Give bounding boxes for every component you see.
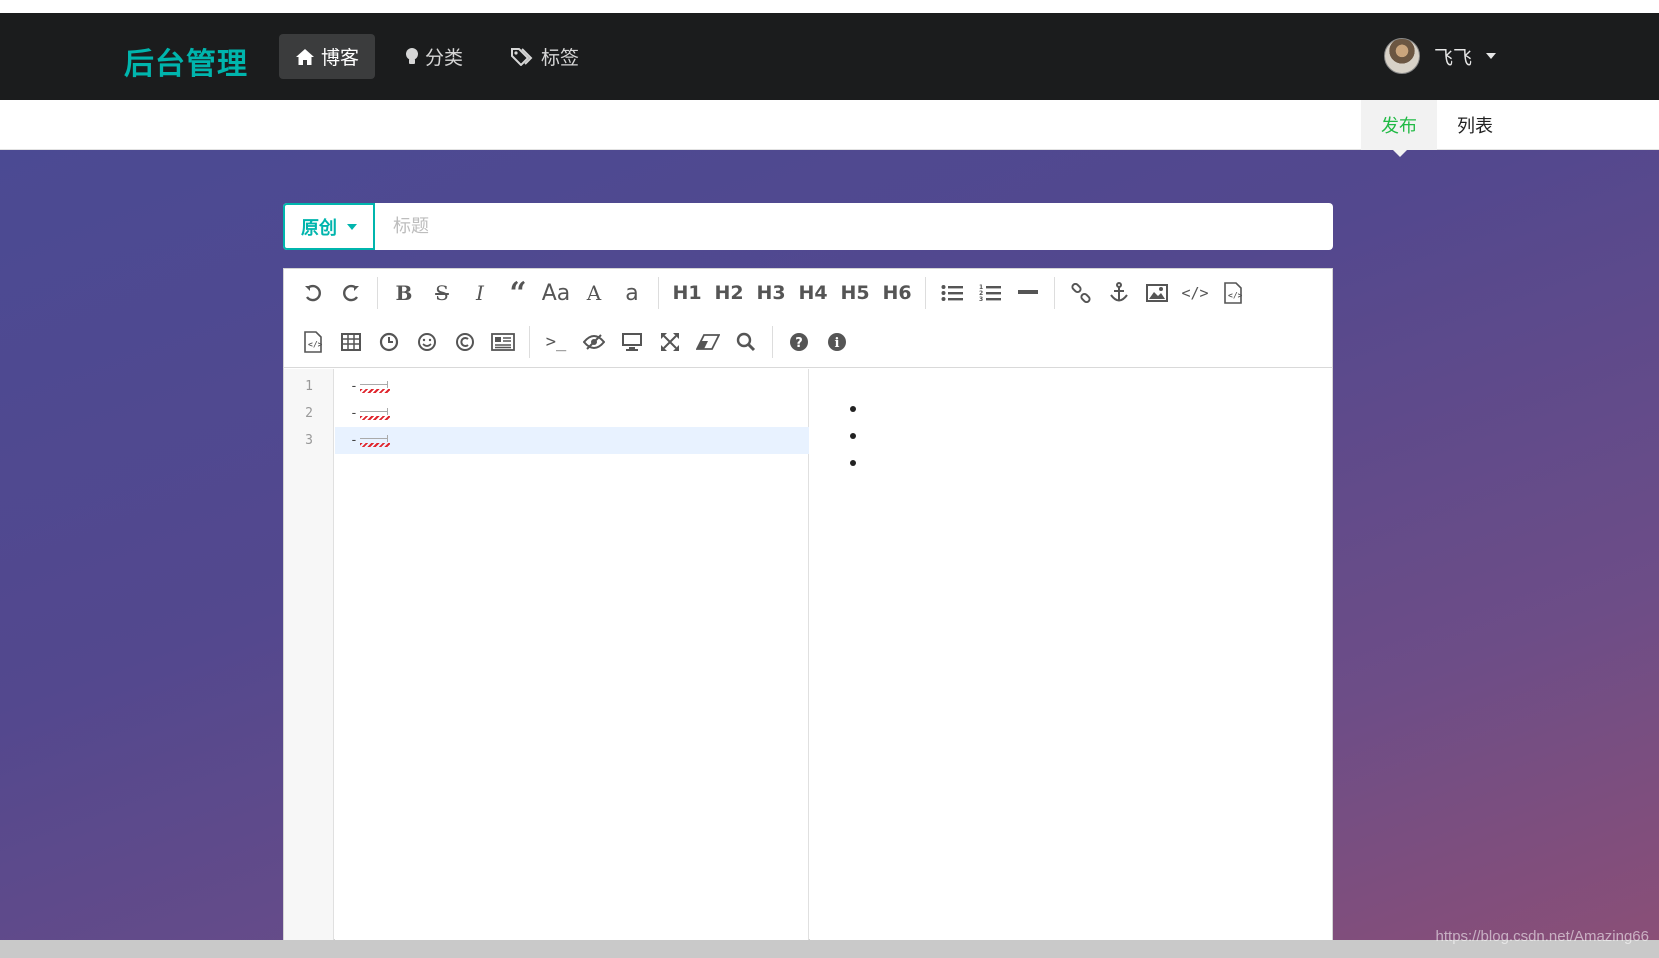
search-icon[interactable]	[727, 324, 765, 360]
unwatch-icon[interactable]	[575, 324, 613, 360]
line-number-gutter: 1 2 3	[284, 369, 334, 940]
strikethrough-icon[interactable]: S	[423, 275, 461, 311]
emoji-icon[interactable]	[408, 324, 446, 360]
brand-logo[interactable]: 后台管理	[124, 39, 248, 83]
h1-button[interactable]: H1	[666, 275, 708, 311]
svg-text:?: ?	[795, 336, 803, 351]
preview-icon[interactable]	[613, 324, 651, 360]
h3-button[interactable]: H3	[750, 275, 792, 311]
line-number: 3	[305, 433, 313, 448]
toolbar-divider	[925, 277, 926, 309]
undo-icon[interactable]	[294, 275, 332, 311]
table-icon[interactable]	[332, 324, 370, 360]
quote-icon[interactable]: “	[499, 275, 537, 311]
image-icon[interactable]	[1138, 275, 1176, 311]
anchor-icon[interactable]	[1100, 275, 1138, 311]
h6-button[interactable]: H6	[876, 275, 918, 311]
active-tab-pointer	[1392, 149, 1408, 157]
h5-button[interactable]: H5	[834, 275, 876, 311]
lowercase-icon[interactable]: a	[613, 275, 651, 311]
code-line[interactable]: -	[335, 400, 809, 427]
pagebreak-icon[interactable]	[484, 324, 522, 360]
preview-pane	[810, 369, 1332, 940]
tab-arrow-icon	[359, 380, 390, 393]
sub-menu: 发布 列表	[0, 100, 1659, 150]
line-number: 1	[305, 379, 313, 394]
uppercase-icon[interactable]: Aa	[537, 275, 575, 311]
help-icon[interactable]: ?	[780, 324, 818, 360]
tab-publish[interactable]: 发布	[1361, 100, 1437, 150]
nav-item-label: 分类	[425, 47, 464, 69]
svg-text:3: 3	[979, 296, 983, 303]
code-line-text: -	[350, 406, 358, 421]
toolbar-divider	[377, 277, 378, 309]
top-margin	[0, 0, 1659, 13]
chevron-down-icon	[347, 223, 357, 230]
code-line[interactable]: -	[335, 373, 809, 400]
avatar[interactable]	[1384, 38, 1420, 74]
preview-list-bullet	[850, 406, 856, 412]
user-menu[interactable]: 飞飞	[1384, 38, 1497, 74]
line-number: 2	[305, 406, 313, 421]
markdown-editor: B S I “ Aa A a H1 H2 H3 H4 H5 H6 123 </>…	[283, 268, 1333, 940]
svg-text:</>: </>	[308, 340, 322, 349]
toolbar-divider	[1054, 277, 1055, 309]
list-ul-icon[interactable]	[933, 275, 971, 311]
bold-icon[interactable]: B	[385, 275, 423, 311]
code-line-active[interactable]: -	[335, 427, 809, 454]
tab-list[interactable]: 列表	[1437, 100, 1513, 150]
code-line-text: -	[350, 433, 358, 448]
type-dropdown[interactable]: 原创	[283, 203, 375, 250]
preview-list-bullet	[850, 460, 856, 466]
user-name: 飞飞	[1434, 46, 1473, 69]
code-block-icon[interactable]: </>	[294, 324, 332, 360]
h2-button[interactable]: H2	[708, 275, 750, 311]
tags-icon	[511, 47, 535, 66]
chevron-down-icon	[1486, 53, 1497, 59]
lightbulb-icon	[405, 47, 419, 66]
code-line-text: -	[350, 379, 358, 394]
toolbar-divider	[658, 277, 659, 309]
preview-list-bullet	[850, 433, 856, 439]
toolbar-divider	[529, 326, 530, 358]
toolbar-row-2: </> >_ ? i	[294, 320, 856, 364]
title-row: 原创	[283, 203, 1333, 250]
hr-icon[interactable]	[1009, 275, 1047, 311]
ucwords-icon[interactable]: A	[575, 275, 613, 311]
bottom-scrollbar[interactable]	[0, 940, 1659, 958]
list-ol-icon[interactable]: 123	[971, 275, 1009, 311]
title-input[interactable]	[375, 203, 1333, 250]
goto-line-icon[interactable]: >_	[537, 324, 575, 360]
info-icon[interactable]: i	[818, 324, 856, 360]
nav-item-label: 标签	[541, 47, 580, 69]
svg-text:i: i	[835, 336, 840, 351]
watermark: https://blog.csdn.net/Amazing66	[1435, 928, 1649, 945]
nav-item-blog[interactable]: 博客	[279, 34, 376, 79]
top-navbar: 后台管理 博客 分类 标签 飞飞	[0, 13, 1659, 100]
html-entities-icon[interactable]	[446, 324, 484, 360]
code-icon[interactable]: </>	[1176, 275, 1214, 311]
code-editor[interactable]: - - -	[335, 369, 809, 940]
toolbar-divider	[772, 326, 773, 358]
italic-icon[interactable]: I	[461, 275, 499, 311]
nav-item-label: 博客	[321, 47, 360, 69]
tab-arrow-icon	[359, 434, 390, 447]
h4-button[interactable]: H4	[792, 275, 834, 311]
toolbar-row-1: B S I “ Aa A a H1 H2 H3 H4 H5 H6 123 </>…	[294, 271, 1252, 315]
fullscreen-icon[interactable]	[651, 324, 689, 360]
link-icon[interactable]	[1062, 275, 1100, 311]
home-icon	[295, 48, 315, 66]
clear-icon[interactable]	[689, 324, 727, 360]
nav-item-category[interactable]: 分类	[389, 34, 479, 79]
type-dropdown-value: 原创	[301, 217, 337, 239]
datetime-icon[interactable]	[370, 324, 408, 360]
preformatted-text-icon[interactable]: </>	[1214, 275, 1252, 311]
tab-arrow-icon	[359, 407, 390, 420]
nav-item-tags[interactable]: 标签	[495, 34, 595, 79]
editor-toolbar: B S I “ Aa A a H1 H2 H3 H4 H5 H6 123 </>…	[284, 269, 1332, 368]
svg-text:</>: </>	[1228, 291, 1242, 300]
redo-icon[interactable]	[332, 275, 370, 311]
